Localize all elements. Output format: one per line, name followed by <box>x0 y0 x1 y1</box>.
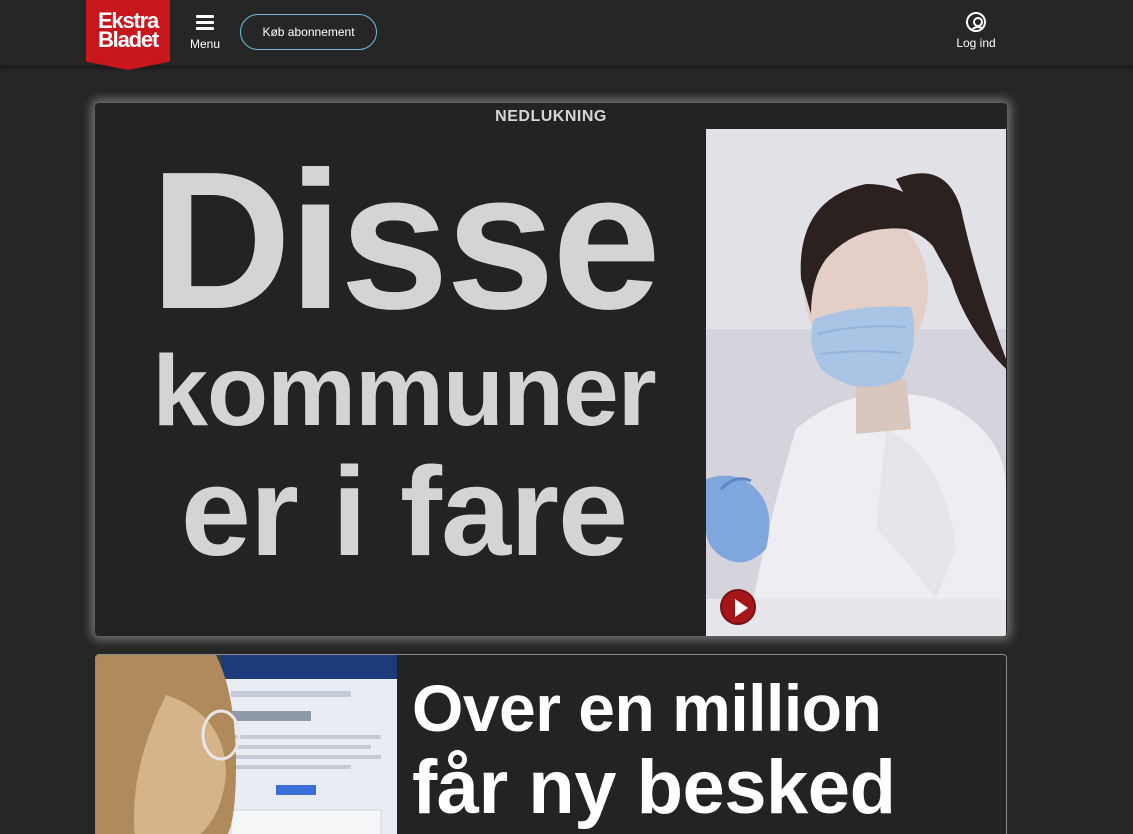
headline-line-1: Disse <box>149 131 661 350</box>
headline-line-1: Over en million <box>412 671 882 745</box>
play-icon[interactable] <box>720 589 756 625</box>
story-photo-tax-screen[interactable] <box>96 655 397 834</box>
top-story-headline[interactable]: Disse kommuner er i fare <box>109 131 699 582</box>
health-worker-illustration <box>706 129 1006 636</box>
site-header: Ekstra Bladet Menu Køb abonnement Log in… <box>0 0 1133 70</box>
user-circle-icon <box>966 12 986 32</box>
subscribe-button[interactable]: Køb abonnement <box>240 14 377 50</box>
headline-line-2: får ny besked <box>412 745 896 830</box>
tax-screen-illustration <box>96 655 397 834</box>
login-label: Log ind <box>956 36 996 50</box>
ekstra-bladet-logo[interactable]: Ekstra Bladet <box>86 0 170 70</box>
menu-label: Menu <box>189 37 221 51</box>
menu-button[interactable]: Menu <box>186 13 224 53</box>
top-story-card[interactable]: NEDLUKNING Disse kommuner er i fare <box>95 103 1007 636</box>
story-kicker: NEDLUKNING <box>495 108 607 125</box>
logo-line-2: Bladet <box>97 27 159 52</box>
headline-line-2: kommuner <box>152 335 656 447</box>
login-button[interactable]: Log ind <box>950 12 1002 54</box>
headline-line-3: er i fare <box>180 441 628 582</box>
story-photo-health-worker[interactable] <box>706 129 1006 636</box>
second-story-headline[interactable]: Over en million får ny besked <box>412 669 1006 830</box>
hamburger-icon <box>196 15 214 31</box>
second-story-card[interactable]: Over en million får ny besked <box>95 654 1007 834</box>
